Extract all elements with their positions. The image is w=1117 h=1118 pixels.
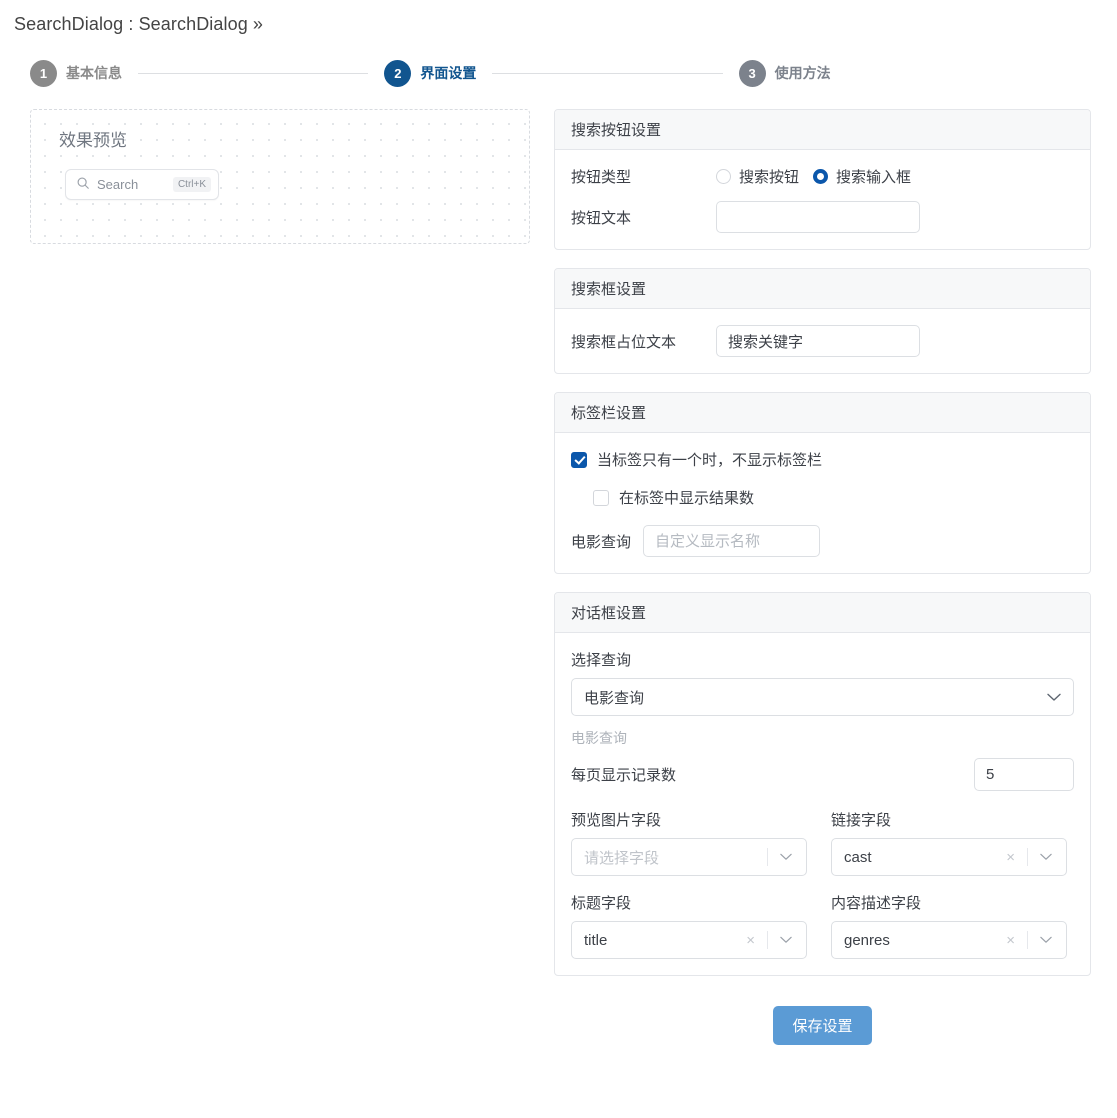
select-query-dropdown[interactable]: 电影查询: [571, 678, 1074, 716]
clear-icon[interactable]: ×: [740, 933, 761, 948]
label-button-type: 按钮类型: [571, 169, 632, 186]
checkbox-icon-show-result-count[interactable]: [593, 489, 609, 506]
step-badge-1: 1: [30, 59, 57, 87]
row-per-page: 每页显示记录数: [571, 758, 1074, 791]
per-page-input[interactable]: [974, 758, 1074, 791]
step-item-usage[interactable]: 3 使用方法: [738, 59, 831, 87]
button-text-input[interactable]: [716, 201, 920, 233]
card-body-search-button: 按钮类型 搜索按钮 搜索输入框 按钮文本: [555, 150, 1090, 249]
label-per-page: 每页显示记录数: [571, 767, 677, 784]
clear-icon[interactable]: ×: [1000, 933, 1021, 948]
label-tab-query-name: 电影查询: [571, 533, 632, 551]
main-content: 效果预览 Search Ctrl+K 搜索按钮设置 按钮类型 搜索按钮 搜索输入…: [0, 93, 1117, 1065]
select-link-value: cast: [844, 848, 872, 866]
wizard-stepper: 1 基本信息 2 界面设置 3 使用方法: [0, 53, 1117, 93]
card-tab-bar-settings: 标签栏设置 当标签只有一个时，不显示标签栏 在标签中显示结果数 电影查询: [554, 392, 1091, 574]
select-preview-image-field[interactable]: 请选择字段: [571, 838, 807, 876]
row-tab-display-name: 电影查询: [571, 525, 1074, 557]
checkbox-icon-hide-single-tab[interactable]: [571, 451, 587, 468]
search-placeholder-input[interactable]: [716, 325, 920, 357]
radio-option-search-button[interactable]: 搜索按钮: [716, 166, 799, 187]
label-preview-image-field: 预览图片字段: [571, 812, 662, 829]
preview-column: 效果预览 Search Ctrl+K: [30, 109, 530, 244]
select-query-value: 电影查询: [584, 689, 645, 707]
card-header-dialog: 对话框设置: [555, 593, 1090, 633]
tab-display-name-input[interactable]: [643, 525, 821, 557]
card-body-tab-bar: 当标签只有一个时，不显示标签栏 在标签中显示结果数 电影查询: [555, 433, 1090, 573]
radio-group-button-type: 搜索按钮 搜索输入框: [716, 166, 911, 187]
step-badge-3: 3: [738, 59, 766, 87]
footer-actions: 保存设置: [554, 994, 1091, 1065]
label-link-field: 链接字段: [831, 812, 892, 829]
save-settings-button[interactable]: 保存设置: [773, 1006, 872, 1045]
select-description-value: genres: [844, 931, 890, 949]
radio-label-search-input: 搜索输入框: [836, 169, 912, 186]
row-search-placeholder: 搜索框占位文本: [571, 325, 1074, 357]
label-description-field: 内容描述字段: [831, 895, 922, 912]
label-button-text: 按钮文本: [571, 209, 632, 227]
checkbox-row-hide-single-tab[interactable]: 当标签只有一个时，不显示标签栏: [571, 449, 1074, 470]
checkbox-row-show-result-count[interactable]: 在标签中显示结果数: [571, 487, 1074, 508]
radio-option-search-input[interactable]: 搜索输入框: [813, 166, 911, 187]
label-search-placeholder: 搜索框占位文本: [571, 333, 677, 351]
preview-search-placeholder: Search: [97, 177, 139, 192]
checkbox-label-hide-single-tab: 当标签只有一个时，不显示标签栏: [597, 452, 823, 469]
effect-preview-panel: 效果预览 Search Ctrl+K: [30, 109, 530, 244]
step-item-ui-settings[interactable]: 2 界面设置: [384, 59, 477, 87]
field-group-link: 链接字段 cast ×: [831, 809, 1067, 876]
step-label-2: 界面设置: [420, 65, 477, 81]
card-search-button-settings: 搜索按钮设置 按钮类型 搜索按钮 搜索输入框 按钮文本: [554, 109, 1091, 250]
settings-column: 搜索按钮设置 按钮类型 搜索按钮 搜索输入框 按钮文本 搜索框设置 搜索框占位文…: [554, 109, 1091, 1065]
clear-icon[interactable]: ×: [1000, 850, 1021, 865]
select-divider: [767, 931, 768, 949]
row-button-type: 按钮类型 搜索按钮 搜索输入框: [571, 166, 1074, 187]
step-label-1: 基本信息: [66, 65, 122, 81]
search-icon: [76, 176, 90, 194]
field-group-title: 标题字段 title ×: [571, 892, 807, 959]
label-select-query: 选择查询: [571, 652, 632, 669]
select-link-field[interactable]: cast ×: [831, 838, 1067, 876]
checkbox-label-show-result-count: 在标签中显示结果数: [619, 490, 755, 507]
chevron-down-icon: [774, 936, 798, 944]
radio-label-search-button: 搜索按钮: [739, 169, 800, 186]
chevron-down-icon: [1034, 936, 1058, 944]
step-badge-2: 2: [384, 59, 412, 87]
step-label-3: 使用方法: [774, 65, 831, 81]
card-search-box-settings: 搜索框设置 搜索框占位文本: [554, 268, 1091, 374]
chevron-down-icon: [1047, 693, 1061, 702]
field-mapping-grid: 预览图片字段 请选择字段 链接字段 cast × 标题字段 title × 内容…: [571, 809, 1074, 959]
card-header-tab-bar: 标签栏设置: [555, 393, 1090, 433]
card-body-search-box: 搜索框占位文本: [555, 309, 1090, 373]
card-body-dialog: 选择查询 电影查询 电影查询 每页显示记录数 5 预览图片字段 请选择字段 链接…: [555, 633, 1090, 975]
select-divider: [1027, 931, 1028, 949]
select-divider: [767, 848, 768, 866]
chevron-down-icon: [774, 853, 798, 861]
row-button-text: 按钮文本: [571, 201, 1074, 233]
card-header-search-button: 搜索按钮设置: [555, 110, 1090, 150]
shortcut-badge: Ctrl+K: [172, 177, 211, 192]
select-title-value: title: [584, 931, 608, 949]
radio-icon-search-input[interactable]: [813, 169, 829, 184]
label-title-field: 标题字段: [571, 895, 632, 912]
chevron-down-icon: [1034, 853, 1058, 861]
select-description-field[interactable]: genres ×: [831, 921, 1067, 959]
select-title-field[interactable]: title ×: [571, 921, 807, 959]
preview-title: 效果预览: [59, 131, 127, 150]
step-connector-1: [138, 72, 369, 74]
query-hint-text: 电影查询: [571, 730, 627, 746]
step-item-basic-info[interactable]: 1 基本信息: [30, 59, 122, 87]
field-group-description: 内容描述字段 genres ×: [831, 892, 1067, 959]
select-divider: [1027, 848, 1028, 866]
preview-search-box[interactable]: Search Ctrl+K: [65, 169, 219, 200]
field-group-preview-image: 预览图片字段 请选择字段: [571, 809, 807, 876]
select-preview-image-value: 请选择字段: [584, 849, 660, 867]
radio-icon-search-button[interactable]: [716, 169, 731, 184]
step-connector-2: [492, 72, 723, 74]
card-header-search-box: 搜索框设置: [555, 269, 1090, 309]
card-dialog-settings: 对话框设置 选择查询 电影查询 电影查询 每页显示记录数 5 预览图片字段 请选…: [554, 592, 1091, 976]
breadcrumb: SearchDialog : SearchDialog »: [14, 14, 264, 34]
